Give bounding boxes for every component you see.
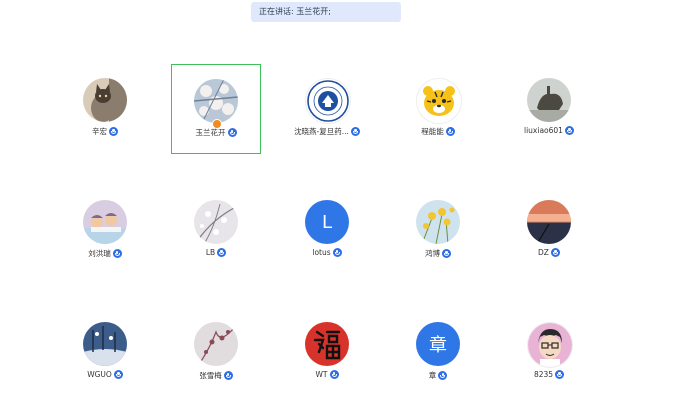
participant-name-row: WT xyxy=(282,370,372,379)
participant-name-row: lotus xyxy=(282,248,372,257)
participant-tile[interactable]: 程能能 xyxy=(393,64,483,154)
participant-grid: 辛宏 玉兰花开 沈晓燕-复旦药... 程能能 liuxiao601 刘洪瑞 LB Llotus… xyxy=(0,0,700,420)
mic-status-icon[interactable] xyxy=(112,249,122,258)
participant-name-row: 鸿博 xyxy=(393,248,483,259)
participant-name: 章 xyxy=(428,371,437,380)
avatar-letter: L xyxy=(321,211,333,233)
participant-tile[interactable]: 张雪梅 xyxy=(171,308,261,398)
mic-status-icon[interactable] xyxy=(217,248,227,257)
participant-tile[interactable]: 玉兰花开 xyxy=(171,64,261,154)
mic-status-icon[interactable] xyxy=(564,126,574,135)
participant-tile[interactable]: DZ xyxy=(504,186,594,276)
mic-status-icon[interactable] xyxy=(438,371,448,380)
tiger-cartoon-icon xyxy=(416,78,462,124)
mic-status-icon[interactable] xyxy=(329,370,339,379)
participant-name-row: 程能能 xyxy=(393,126,483,137)
participant-name-row: 刘洪瑞 xyxy=(60,248,150,259)
mic-status-icon[interactable] xyxy=(555,370,565,379)
participant-name-row: 张雪梅 xyxy=(171,370,261,381)
participant-name: 鸿博 xyxy=(425,249,440,258)
participant-name: 8235 xyxy=(533,370,554,379)
plum-blossom-photo-icon xyxy=(194,322,238,366)
sculpture-photo-icon xyxy=(527,78,571,122)
cat-photo-icon xyxy=(83,78,127,122)
participant-tile[interactable]: WT xyxy=(282,308,372,398)
participant-name-row: 辛宏 xyxy=(60,126,150,137)
mic-status-icon[interactable] xyxy=(550,248,560,257)
participant-tile[interactable]: liuxiao601 xyxy=(504,64,594,154)
participant-tile[interactable]: LB xyxy=(171,186,261,276)
participant-tile[interactable]: 刘洪瑞 xyxy=(60,186,150,276)
participant-tile[interactable]: 沈晓燕-复旦药... xyxy=(282,64,372,154)
participant-tile[interactable]: 辛宏 xyxy=(60,64,150,154)
participant-name-row: DZ xyxy=(504,248,594,257)
mic-status-icon[interactable] xyxy=(350,127,360,136)
participant-tile[interactable]: WGUO xyxy=(60,308,150,398)
participant-name-row: WGUO xyxy=(60,370,150,379)
participant-name: 沈晓燕-复旦药... xyxy=(294,127,349,136)
blossom-photo-icon xyxy=(194,200,238,244)
participant-name: 张雪梅 xyxy=(199,371,222,380)
participant-name: 程能能 xyxy=(421,127,444,136)
participant-name-row: liuxiao601 xyxy=(504,126,594,135)
mic-status-icon[interactable] xyxy=(445,127,455,136)
mic-status-icon[interactable] xyxy=(109,127,118,136)
participant-name: liuxiao601 xyxy=(524,126,563,135)
participant-tile[interactable]: 章章 xyxy=(393,308,483,398)
yellow-flowers-photo-icon xyxy=(416,200,460,244)
participant-name-row: 章 xyxy=(393,370,483,381)
participant-name-row: 沈晓燕-复旦药... xyxy=(282,126,372,137)
participant-tile[interactable]: 鸿博 xyxy=(393,186,483,276)
avatar-letter: 章 xyxy=(429,335,447,356)
children-photo-icon xyxy=(83,200,127,244)
letter-avatar: L xyxy=(305,200,349,244)
letter-avatar: 章 xyxy=(416,322,460,366)
glasses-boy-cartoon-icon xyxy=(527,322,573,368)
mic-status-icon[interactable] xyxy=(113,370,123,379)
participant-name: WGUO xyxy=(87,370,112,379)
university-seal-icon xyxy=(305,78,351,124)
participant-name: WT xyxy=(315,370,328,379)
mic-status-icon[interactable] xyxy=(442,249,451,258)
participant-tile[interactable]: 8235 xyxy=(504,308,594,398)
participant-tile[interactable]: Llotus xyxy=(282,186,372,276)
participant-name: 玉兰花开 xyxy=(195,128,226,137)
participant-name: DZ xyxy=(538,248,549,257)
fu-character-icon xyxy=(305,322,349,366)
participant-name-row: LB xyxy=(171,248,261,257)
winter-scene-photo-icon xyxy=(83,322,127,366)
participant-name: 辛宏 xyxy=(92,127,107,136)
participant-name: LB xyxy=(205,248,216,257)
participant-name: 刘洪瑞 xyxy=(88,249,111,258)
participant-name-row: 玉兰花开 xyxy=(172,127,260,138)
sunset-lake-photo-icon xyxy=(527,200,571,244)
mic-status-icon[interactable] xyxy=(332,248,342,257)
magnolia-photo-icon xyxy=(194,79,238,123)
mic-status-icon[interactable] xyxy=(227,128,237,137)
participant-name: lotus xyxy=(312,248,331,257)
participant-name-row: 8235 xyxy=(504,370,594,379)
mic-status-icon[interactable] xyxy=(223,371,233,380)
